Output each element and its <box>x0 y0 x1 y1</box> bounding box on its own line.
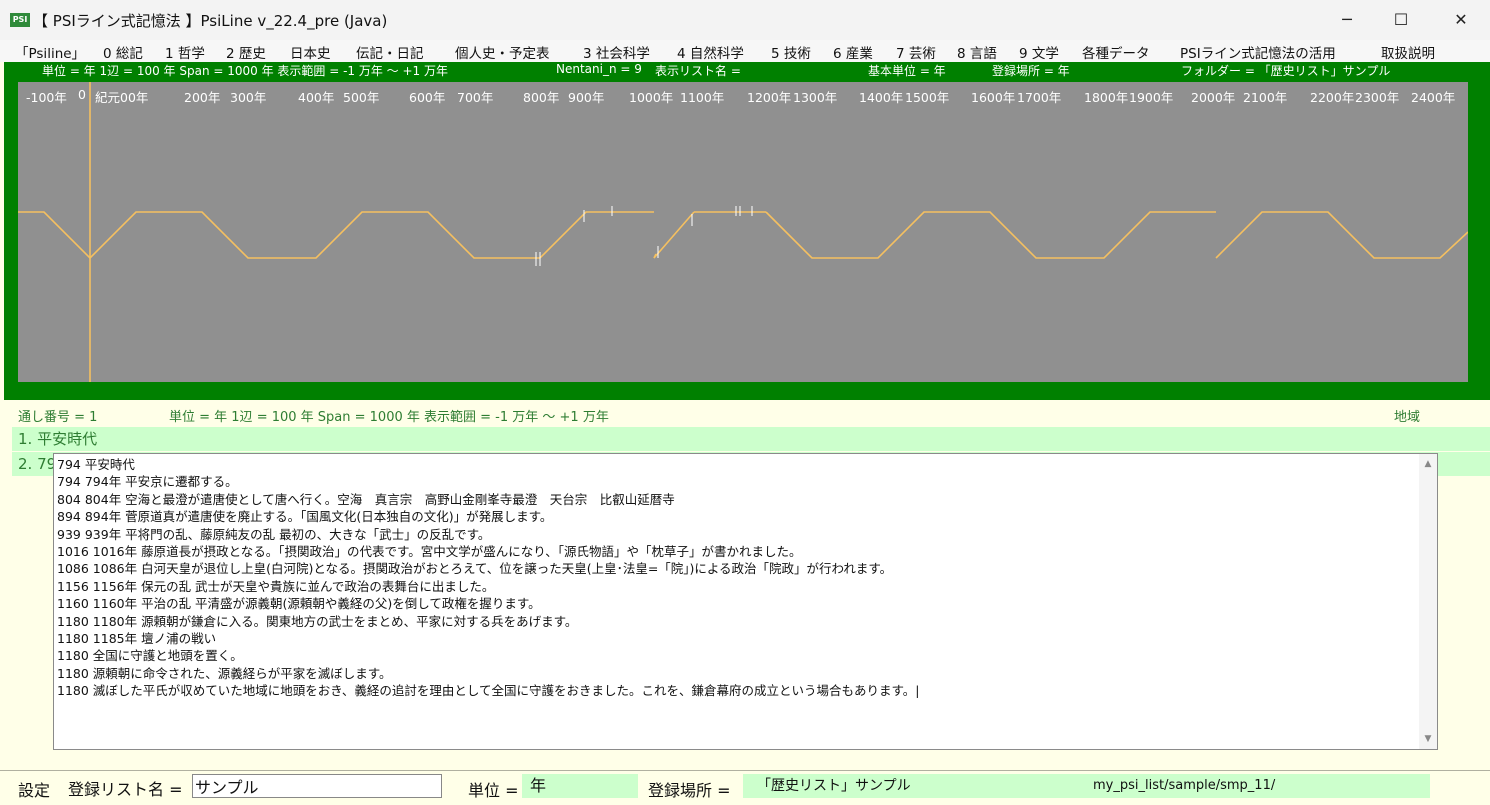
menu-general[interactable]: 0 総記 <box>103 42 143 62</box>
note-line: 1180 源頼朝に命令された、源義経らが平家を滅ぼします。 <box>57 665 392 681</box>
list-name-input[interactable] <box>192 774 442 798</box>
menu-biography[interactable]: 伝記・日記 <box>356 42 424 62</box>
psi-line-segment <box>18 211 654 260</box>
note-line: 1180 全国に守護と地頭を置く。 <box>57 648 243 664</box>
settings-bar: 設定 登録リスト名 = 単位 = 年 登録場所 = 「歴史リスト」サンプル my… <box>0 770 1490 805</box>
menu-japanese-history[interactable]: 日本史 <box>290 42 331 62</box>
location-path: my_psi_list/sample/smp_11/ <box>1093 778 1276 793</box>
psi-line-segment <box>653 211 695 259</box>
note-line: 1180 滅ぼした平氏が収めていた地域に地頭をおき、義経の追討を理由として全国に… <box>57 683 920 699</box>
window-title: 【 PSIライン式記憶法 】PsiLine v_22.4_pre (Java) <box>33 12 388 30</box>
note-line: 1156 1156年 保元の乱 武士が天皇や貴族に並んで政治の表舞台に出ました。 <box>57 578 495 594</box>
notes-textarea[interactable]: 794 平安時代 794 794年 平安京に遷都する。 804 804年 空海と… <box>53 453 1438 750</box>
menu-history[interactable]: 2 歴史 <box>226 42 266 62</box>
psi-line-graph <box>18 82 1468 382</box>
scroll-up-icon[interactable]: ▲ <box>1422 458 1434 470</box>
menu-psiline[interactable]: 「Psiline」 <box>15 42 85 62</box>
note-line: 1180 1180年 源頼朝が鎌倉に入る。関東地方の武士をまとめ、平家に対する兵… <box>57 613 578 629</box>
notes-lines: 794 平安時代 794 794年 平安京に遷都する。 804 804年 空海と… <box>57 456 1417 699</box>
menu-manual[interactable]: 取扱説明 <box>1381 42 1435 62</box>
status-line: 通し番号 = 1 単位 = 年 1辺 = 100 年 Span = 1000 年… <box>0 403 1490 425</box>
note-line: 794 平安時代 <box>57 457 135 472</box>
timeline-scale-info: 単位 = 年 1辺 = 100 年 Span = 1000 年 表示範囲 = -… <box>42 64 448 78</box>
unit-summary: 単位 = 年 1辺 = 100 年 Span = 1000 年 表示範囲 = -… <box>169 410 609 425</box>
menu-usage[interactable]: PSIライン式記憶法の活用 <box>1180 42 1336 62</box>
note-line: 1160 1160年 平治の乱 平清盛が源義朝(源頼朝や義経の父)を倒して政権を… <box>57 596 541 612</box>
note-line: 894 894年 菅原道真が遣唐使を廃止する。「国風文化(日本独自の文化)」が発… <box>57 509 553 525</box>
note-line: 804 804年 空海と最澄が遣唐使として唐へ行く。空海 真言宗 高野山金剛峯寺… <box>57 491 675 507</box>
location-label: 登録場所 = <box>648 781 731 800</box>
psi-line-segment <box>765 211 1216 259</box>
timeline-nentani: Nentani_n = 9 <box>556 62 642 76</box>
note-line: 794 794年 平安京に遷都する。 <box>57 474 238 490</box>
timeline-panel: 単位 = 年 1辺 = 100 年 Span = 1000 年 表示範囲 = -… <box>4 62 1490 400</box>
note-line: 1016 1016年 藤原道長が摂政となる。「摂関政治」の代表です。宮中文学が盛… <box>57 543 802 559</box>
app-logo-icon: PSI <box>10 13 30 27</box>
location-folder-name: 「歴史リスト」サンプル <box>757 778 911 794</box>
menu-social-science[interactable]: 3 社会科学 <box>583 42 650 62</box>
note-line: 939 939年 平将門の乱、藤原純友の乱 最初の、大きな「武士」の反乱です。 <box>57 526 491 542</box>
menu-various-data[interactable]: 各種データ <box>1082 42 1150 62</box>
settings-button[interactable]: 設定 <box>18 777 50 801</box>
menu-natural-science[interactable]: 4 自然科学 <box>677 42 744 62</box>
unit-value[interactable]: 年 <box>522 774 638 798</box>
serial-number: 通し番号 = 1 <box>18 410 98 425</box>
note-line: 1086 1086年 白河天皇が退位し上皇(白河院)となる。摂関政治がおとろえて… <box>57 561 893 577</box>
region-label: 地域 <box>1394 410 1421 425</box>
menu-philosophy[interactable]: 1 哲学 <box>165 42 205 62</box>
menu-bar: 「Psiline」 0 総記 1 哲学 2 歴史 日本史 伝記・日記 個人史・予… <box>0 40 1490 62</box>
timeline-list-name: 表示リスト名 = <box>655 64 741 78</box>
unit-label: 単位 = <box>468 781 519 800</box>
menu-language[interactable]: 8 言語 <box>957 42 997 62</box>
minimize-button[interactable]: ─ <box>1318 0 1376 40</box>
list-item[interactable]: 1. 平安時代 <box>12 427 1490 451</box>
scroll-down-icon[interactable]: ▼ <box>1422 733 1434 745</box>
close-button[interactable]: ✕ <box>1432 0 1490 40</box>
timeline-base-unit: 基本単位 = 年 <box>868 64 946 78</box>
list-name-label: 登録リスト名 = <box>68 780 183 799</box>
menu-technology[interactable]: 5 技術 <box>771 42 811 62</box>
title-bar: PSI 【 PSIライン式記憶法 】PsiLine v_22.4_pre (Ja… <box>0 0 1490 40</box>
location-value[interactable]: 「歴史リスト」サンプル my_psi_list/sample/smp_11/ <box>743 774 1430 798</box>
maximize-button[interactable]: ☐ <box>1372 0 1430 40</box>
app-window: PSI 【 PSIライン式記憶法 】PsiLine v_22.4_pre (Ja… <box>0 0 1490 805</box>
menu-industry[interactable]: 6 産業 <box>833 42 873 62</box>
menu-art[interactable]: 7 芸術 <box>896 42 936 62</box>
timeline-folder: フォルダー = 「歴史リスト」サンプル <box>1181 64 1391 78</box>
notes-scrollbar[interactable]: ▲ ▼ <box>1419 454 1437 749</box>
menu-literature[interactable]: 9 文学 <box>1019 42 1059 62</box>
timeline-canvas[interactable]: -100年 0 紀元00年 200年 300年 400年 500年 600年 700年 800年 9… <box>18 82 1468 382</box>
note-line: 1180 1185年 壇ノ浦の戦い <box>57 630 217 646</box>
psi-line-segment <box>1215 211 1468 259</box>
menu-personal-history[interactable]: 個人史・予定表 <box>455 42 550 62</box>
timeline-location: 登録場所 = 年 <box>992 64 1070 78</box>
